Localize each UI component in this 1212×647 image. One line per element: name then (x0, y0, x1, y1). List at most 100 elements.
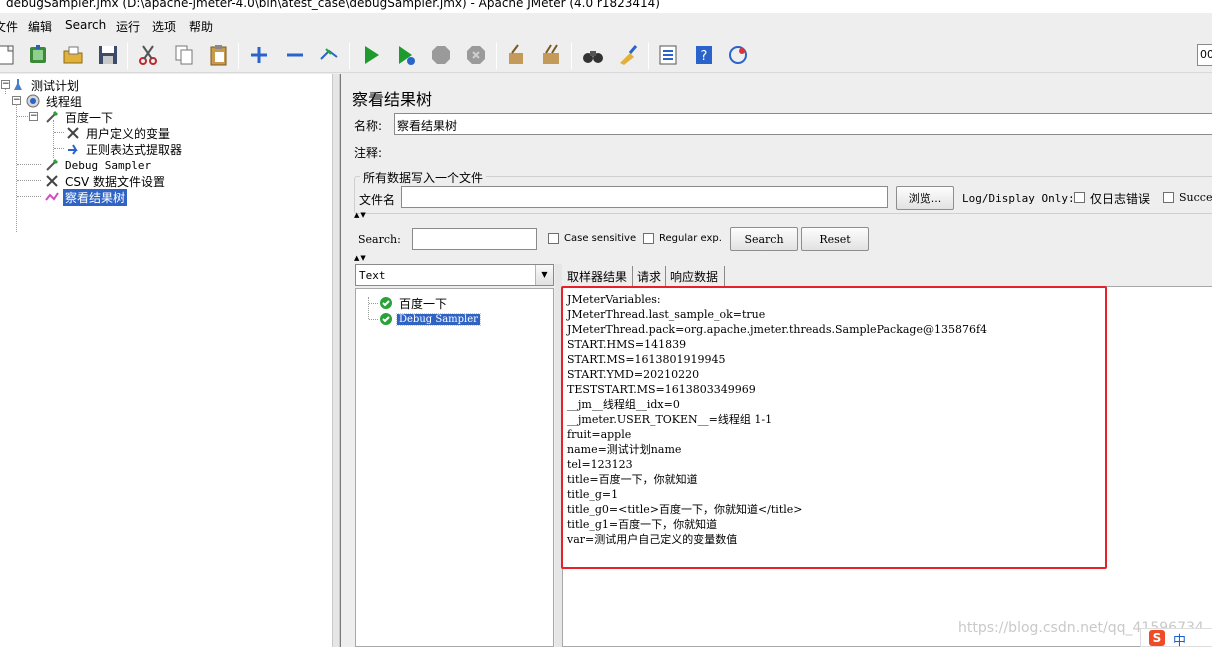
test-plan-tree[interactable]: − 测试计划 − 线程组 − 百度一下 用户定义的变量 正则表达式提取器 Deb… (0, 74, 333, 647)
start-no-pause-icon[interactable] (392, 41, 420, 69)
svg-text:?: ? (701, 49, 708, 64)
tree-item-label: Debug Sampler (65, 158, 152, 172)
start-icon[interactable] (357, 41, 385, 69)
response-line: title=百度一下，你就知道 (567, 473, 698, 486)
tree-item-user-defined-variables[interactable]: 用户定义的变量 (65, 125, 172, 141)
collapse-toggle-icon[interactable]: − (29, 112, 38, 121)
case-sensitive-checkbox[interactable] (548, 233, 559, 244)
menu-help[interactable]: 帮助 (189, 18, 213, 35)
menu-edit[interactable]: 编辑 (28, 18, 52, 35)
expand-icon[interactable] (245, 41, 273, 69)
search-input[interactable] (412, 228, 537, 250)
open-icon[interactable] (59, 41, 87, 69)
tab-response-data[interactable]: 响应数据 (666, 266, 725, 286)
tree-item-view-results-tree[interactable]: 察看结果树 (44, 188, 128, 206)
collapse-toggle-icon[interactable]: − (1, 80, 10, 89)
errors-only-label: 仅日志错误 (1090, 192, 1151, 206)
tree-line (17, 116, 28, 117)
name-label: 名称: (354, 119, 383, 133)
tree-line (54, 148, 64, 149)
response-line: __jmeter.USER_TOKEN__=线程组 1-1 (567, 413, 773, 426)
ime-logo-icon: S (1149, 630, 1165, 646)
paste-icon[interactable] (205, 41, 233, 69)
sample-label: 百度一下 (399, 296, 448, 311)
shutdown-icon[interactable] (462, 41, 490, 69)
copy-icon[interactable] (170, 41, 198, 69)
main-splitter[interactable] (333, 74, 340, 647)
toolbar-separator (571, 43, 572, 69)
tree-item-baidu-sampler[interactable]: 百度一下 (44, 109, 115, 125)
listener-icon (44, 189, 60, 205)
tree-item-test-plan[interactable]: 测试计划 (10, 77, 81, 93)
search-icon[interactable] (579, 41, 607, 69)
clear-all-icon[interactable] (537, 41, 565, 69)
stop-icon[interactable] (427, 41, 455, 69)
browse-button[interactable]: 浏览... (896, 186, 954, 210)
tree-item-debug-sampler[interactable]: Debug Sampler (44, 157, 153, 173)
name-field[interactable]: 察看结果树 (394, 113, 1212, 135)
renderer-select[interactable]: Text ▼ (355, 264, 554, 286)
chevron-down-icon[interactable]: ▼ (535, 265, 553, 285)
response-line: START.MS=1613801919945 (567, 353, 726, 366)
ime-indicator: S 中 (1140, 628, 1212, 647)
menu-run[interactable]: 运行 (116, 18, 140, 35)
response-line: title_g0=<title>百度一下，你就知道</title> (567, 503, 803, 516)
search-button[interactable]: Search (730, 227, 798, 251)
results-splitter[interactable] (555, 264, 562, 647)
errors-only-checkbox[interactable] (1074, 192, 1085, 203)
response-line: tel=123123 (567, 458, 633, 471)
sampler-icon (44, 109, 60, 125)
menu-file[interactable]: 文件 (0, 18, 18, 35)
remote-icon[interactable] (724, 41, 752, 69)
tab-request[interactable]: 请求 (633, 266, 666, 286)
menu-search[interactable]: Search (65, 18, 106, 32)
new-icon[interactable] (0, 41, 20, 69)
response-line: JMeterThread.last_sample_ok=true (567, 308, 766, 321)
response-data-area[interactable]: JMeterVariables: JMeterThread.last_sample… (562, 286, 1212, 647)
menu-options[interactable]: 选项 (152, 18, 176, 35)
comment-field[interactable] (394, 140, 1212, 162)
sample-result-tree[interactable]: 百度一下 Debug Sampler (355, 288, 554, 647)
tree-line (17, 164, 41, 165)
response-line: JMeterVariables: (567, 293, 661, 306)
toggle-icon[interactable] (315, 41, 343, 69)
splitter-arrows-icon[interactable]: ▲▼ (354, 254, 367, 262)
renderer-value: Text (359, 269, 386, 282)
log-display-label: Log/Display Only: (962, 192, 1075, 205)
tree-line (369, 319, 378, 320)
tree-item-csv-data-set[interactable]: CSV 数据文件设置 (44, 173, 167, 189)
tree-item-label: 线程组 (46, 94, 83, 109)
file-group-title: 所有数据写入一个文件 (360, 169, 487, 186)
templates-icon[interactable] (24, 41, 52, 69)
tree-item-label: 正则表达式提取器 (86, 142, 183, 157)
filename-input[interactable] (401, 186, 888, 208)
toolbar-separator (238, 43, 239, 69)
function-helper-icon[interactable] (654, 41, 682, 69)
response-line: JMeterThread.pack=org.apache.jmeter.thre… (567, 323, 988, 336)
success-check-icon (378, 311, 394, 327)
toolbar-separator (496, 43, 497, 69)
tree-line (368, 297, 369, 319)
reset-search-icon[interactable] (614, 41, 642, 69)
regex-checkbox[interactable] (643, 233, 654, 244)
test-plan-icon (10, 77, 26, 93)
sample-item-debug-sampler[interactable]: Debug Sampler (378, 311, 481, 327)
tree-item-regex-extractor[interactable]: 正则表达式提取器 (65, 141, 184, 157)
tree-item-thread-group[interactable]: 线程组 (25, 93, 84, 109)
successes-checkbox[interactable] (1163, 192, 1174, 203)
toolbar-separator (648, 43, 649, 69)
clear-icon[interactable] (502, 41, 530, 69)
splitter-arrows-icon[interactable]: ▲▼ (354, 211, 367, 219)
reset-button[interactable]: Reset (801, 227, 869, 251)
sample-item-baidu[interactable]: 百度一下 (378, 295, 449, 311)
tab-sampler-result[interactable]: 取样器结果 (563, 266, 633, 286)
response-lines: JMeterVariables: JMeterThread.last_sample… (567, 292, 987, 547)
tree-line (17, 196, 41, 197)
cut-icon[interactable] (134, 41, 162, 69)
search-label: Search: (358, 233, 401, 246)
window-title-bar: debugSampler.jmx (D:\apache-jmeter-4.0\b… (0, 0, 1212, 13)
collapse-icon[interactable] (281, 41, 309, 69)
save-icon[interactable] (94, 41, 122, 69)
thread-group-icon (25, 93, 41, 109)
help-icon[interactable]: ? (690, 41, 718, 69)
